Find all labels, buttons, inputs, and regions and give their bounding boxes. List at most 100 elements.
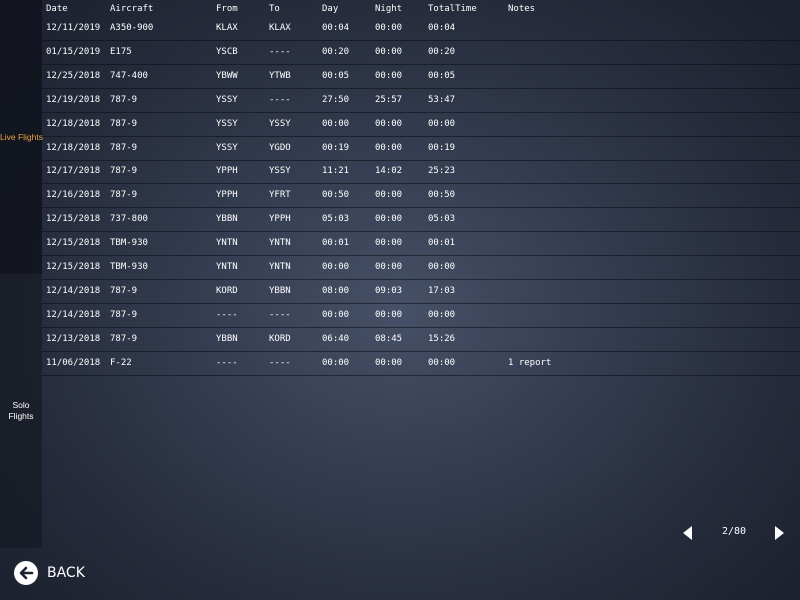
cell-aircraft: TBM-930 [110, 238, 148, 249]
table-row[interactable]: 12/16/2018 787-9 YPPH YFRT 00:50 00:00 00:50 [0, 185, 800, 209]
cell-total-time: 00:04 [428, 23, 456, 33]
cell-total-time: 00:00 [428, 118, 456, 129]
cell-to: YSSY [269, 118, 291, 129]
cell-day: 05:03 [322, 214, 350, 225]
sidebar-item-label: Solo Flights [8, 400, 34, 421]
cell-to: YPPH [269, 214, 291, 225]
cell-aircraft: A350-900 [110, 23, 154, 33]
cell-day: 27:50 [322, 94, 350, 105]
cell-to: YBBN [269, 285, 291, 296]
cell-to: YGDO [269, 142, 291, 153]
cell-from: YSSY [216, 142, 238, 153]
cell-aircraft: 787-9 [110, 142, 138, 153]
cell-day: 00:19 [322, 142, 350, 153]
cell-to: YSSY [269, 166, 291, 177]
table-row[interactable]: 12/25/2018 747-400 YBWW YTWB 00:05 00:00 00:05 [0, 66, 800, 89]
column-header-notes[interactable]: Notes [508, 4, 535, 14]
cell-total-time: 25:23 [428, 166, 456, 177]
cell-aircraft: E175 [110, 46, 132, 57]
cell-date: 11/06/2018 [46, 357, 101, 368]
column-header-date[interactable]: Date [46, 4, 68, 14]
cell-aircraft: F-22 [110, 357, 132, 368]
cell-total-time: 00:00 [428, 309, 456, 320]
cell-to: ---- [269, 357, 291, 368]
page-indicator: 2/80 [721, 526, 747, 537]
cell-to: KORD [269, 333, 291, 344]
cell-aircraft: 787-9 [110, 309, 138, 320]
column-header-total-time[interactable]: TotalTime [428, 4, 477, 14]
table-row[interactable]: 12/14/2018 787-9 ---- ---- 00:00 00:00 00:00 [0, 305, 800, 328]
cell-total-time: 00:20 [428, 46, 456, 57]
cell-from: KORD [216, 285, 238, 296]
table-row[interactable]: 01/15/2019 E175 YSCB ---- 00:20 00:00 00:20 [0, 42, 800, 65]
cell-from: YSSY [216, 94, 238, 105]
cell-night: 00:00 [375, 190, 403, 201]
cell-date: 12/14/2018 [46, 309, 101, 320]
cell-total-time: 00:00 [428, 262, 456, 272]
table-row[interactable]: 12/13/2018 787-9 YBBN KORD 06:40 08:45 15:26 [0, 329, 800, 352]
chevron-right-icon[interactable] [775, 526, 784, 540]
cell-aircraft: 747-400 [110, 70, 148, 81]
cell-night: 00:00 [375, 70, 403, 81]
table-row[interactable]: 12/19/2018 787-9 YSSY ---- 27:50 25:57 53:47 [0, 90, 800, 113]
cell-total-time: 05:03 [428, 214, 456, 225]
cell-to: YNTN [269, 238, 291, 249]
column-header-night[interactable]: Night [375, 4, 402, 14]
cell-day: 00:50 [322, 190, 350, 201]
cell-night: 14:02 [375, 166, 403, 177]
cell-from: YSSY [216, 118, 238, 129]
cell-from: YPPH [216, 190, 238, 201]
cell-total-time: 00:50 [428, 190, 456, 201]
table-header: Date Aircraft From To Day Night TotalTim… [0, 0, 800, 18]
table-row[interactable]: 12/18/2018 787-9 YSSY YSSY 00:00 00:00 00:00 [0, 114, 800, 137]
cell-to: ---- [269, 46, 291, 57]
cell-total-time: 15:26 [428, 333, 456, 344]
cell-to: YNTN [269, 262, 291, 272]
cell-day: 00:05 [322, 70, 350, 81]
cell-date: 12/15/2018 [46, 214, 101, 225]
back-label: BACK [47, 565, 85, 581]
cell-from: KLAX [216, 23, 238, 33]
cell-night: 08:45 [375, 333, 403, 344]
cell-to: ---- [269, 309, 291, 320]
cell-total-time: 17:03 [428, 285, 456, 296]
cell-from: YBWW [216, 70, 238, 81]
cell-total-time: 00:00 [428, 357, 456, 368]
cell-day: 00:20 [322, 46, 350, 57]
cell-total-time: 00:01 [428, 238, 456, 249]
table-row[interactable]: 12/15/2018 TBM-930 YNTN YNTN 00:01 00:00 00:01 [0, 233, 800, 257]
table-row[interactable]: 12/17/2018 787-9 YPPH YSSY 11:21 14:02 25:23 [0, 161, 800, 185]
cell-from: ---- [216, 357, 238, 368]
cell-night: 00:00 [375, 118, 403, 129]
cell-night: 00:00 [375, 309, 403, 320]
cell-date: 01/15/2019 [46, 46, 101, 57]
cell-date: 12/11/2019 [46, 23, 101, 33]
cell-from: YBBN [216, 214, 238, 225]
table-row[interactable]: 12/14/2018 787-9 KORD YBBN 08:00 09:03 17:03 [0, 281, 800, 304]
cell-date: 12/18/2018 [46, 142, 101, 153]
table-row[interactable]: 12/18/2018 787-9 YSSY YGDO 00:19 00:00 00:19 [0, 138, 800, 161]
table-row[interactable]: 12/11/2019 A350-900 KLAX KLAX 00:04 00:00 00:0… [0, 18, 800, 41]
column-header-to[interactable]: To [269, 4, 280, 14]
cell-night: 00:00 [375, 46, 403, 57]
cell-from: YBBN [216, 333, 238, 344]
column-header-from[interactable]: From [216, 4, 238, 14]
cell-night: 00:00 [375, 357, 403, 368]
cell-date: 12/13/2018 [46, 333, 101, 344]
table-row[interactable]: 12/15/2018 737-800 YBBN YPPH 05:03 00:00 05:03 [0, 209, 800, 233]
column-header-aircraft[interactable]: Aircraft [110, 4, 153, 14]
table-row[interactable]: 11/06/2018 F-22 ---- ---- 00:00 00:00 00:00 1 r… [0, 353, 800, 376]
cell-aircraft: 737-800 [110, 214, 148, 225]
cell-date: 12/25/2018 [46, 70, 101, 81]
cell-night: 00:00 [375, 262, 403, 272]
cell-date: 12/18/2018 [46, 118, 101, 129]
column-header-day[interactable]: Day [322, 4, 338, 14]
cell-total-time: 53:47 [428, 94, 456, 105]
table-row[interactable]: 12/15/2018 TBM-930 YNTN YNTN 00:00 00:00 00:00 [0, 257, 800, 280]
cell-total-time: 00:05 [428, 70, 456, 81]
cell-to: YTWB [269, 70, 291, 81]
cell-night: 09:03 [375, 285, 403, 296]
cell-date: 12/19/2018 [46, 94, 101, 105]
cell-date: 12/15/2018 [46, 262, 101, 272]
chevron-left-icon[interactable] [683, 526, 692, 540]
